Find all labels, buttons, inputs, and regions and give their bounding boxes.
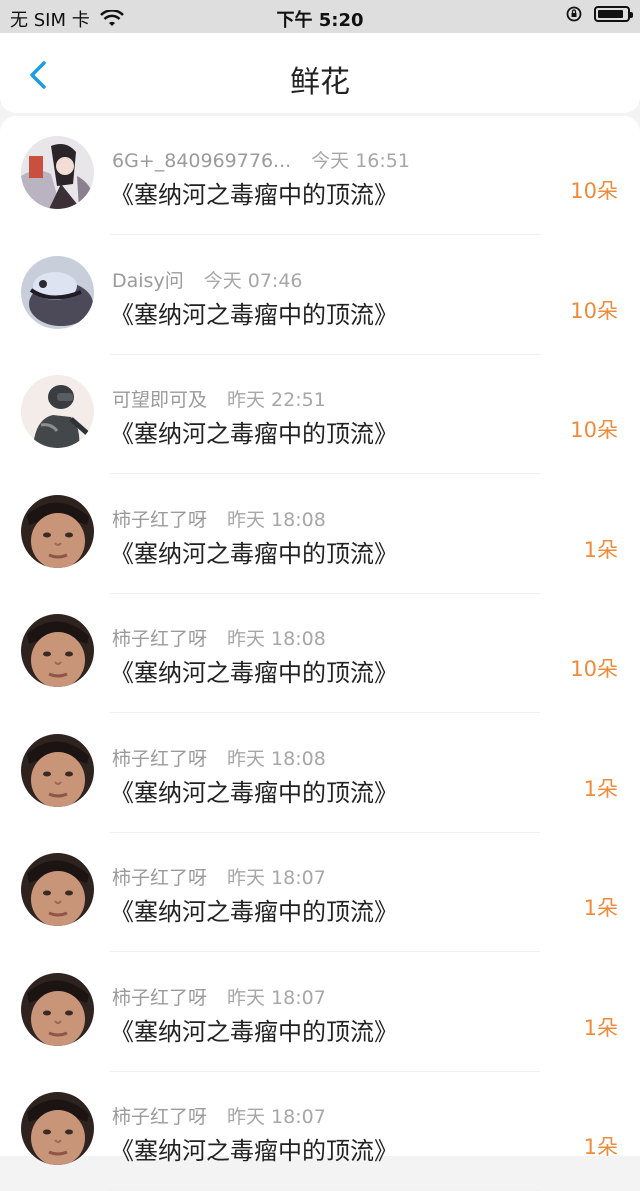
timestamp: 昨天 18:08: [227, 508, 326, 531]
user-name[interactable]: 柿子红了呀: [112, 987, 207, 1009]
flower-count: 10朵: [570, 418, 618, 442]
list-item[interactable]: 柿子红了呀 昨天 18:08 《塞纳河之毒瘤中的顶流》 1朵: [0, 475, 640, 594]
user-name[interactable]: 柿子红了呀: [112, 867, 207, 889]
avatar[interactable]: [21, 853, 94, 926]
timestamp: 昨天 18:08: [227, 628, 326, 650]
flower-count: 10朵: [570, 179, 618, 203]
book-title: 《塞纳河之毒瘤中的顶流》: [110, 778, 398, 807]
list-item[interactable]: 柿子红了呀 昨天 18:08 《塞纳河之毒瘤中的顶流》 10朵: [0, 594, 640, 713]
battery-icon: [594, 6, 633, 22]
book-title: 《塞纳河之毒瘤中的顶流》: [110, 1137, 398, 1165]
list-item[interactable]: 柿子红了呀 昨天 18:07 《塞纳河之毒瘤中的顶流》 1朵: [0, 1072, 640, 1191]
avatar[interactable]: [21, 255, 94, 329]
list-item[interactable]: 柿子红了呀 昨天 18:07 《塞纳河之毒瘤中的顶流》 1朵: [0, 953, 640, 1072]
timestamp: 昨天 18:07: [227, 867, 326, 889]
item-meta: 柿子红了呀 昨天 18:07: [112, 1102, 326, 1129]
user-name[interactable]: 可望即可及: [112, 389, 207, 411]
user-name[interactable]: 6G+_840969776...: [112, 150, 291, 172]
item-meta: 柿子红了呀 昨天 18:08: [112, 505, 326, 532]
timestamp: 昨天 18:08: [227, 747, 326, 770]
flower-count: 1朵: [583, 896, 618, 920]
avatar[interactable]: [21, 614, 94, 687]
list-item[interactable]: 柿子红了呀 昨天 18:08 《塞纳河之毒瘤中的顶流》 1朵: [0, 714, 640, 833]
rotation-lock-icon: [566, 6, 582, 22]
flower-list: 6G+_840969776... 今天 16:51 《塞纳河之毒瘤中的顶流》 10朵 D…: [0, 116, 640, 1191]
timestamp: 今天 07:46: [203, 269, 303, 292]
user-name[interactable]: 柿子红了呀: [112, 628, 207, 650]
timestamp: 昨天 22:51: [227, 389, 326, 411]
flower-count: 10朵: [570, 657, 618, 681]
avatar[interactable]: [21, 733, 94, 807]
book-title: 《塞纳河之毒瘤中的顶流》: [110, 898, 398, 926]
avatar[interactable]: [21, 972, 94, 1046]
flower-count: 10朵: [570, 298, 618, 323]
timestamp: 昨天 18:07: [227, 1106, 326, 1128]
avatar[interactable]: [21, 375, 94, 448]
page-title: 鲜花: [290, 65, 350, 100]
item-meta: Daisy问 今天 07:46: [112, 266, 303, 293]
flower-count: 1朵: [583, 537, 618, 562]
status-bar: 无 SIM 卡 下午 5:20: [0, 0, 640, 33]
status-right: [566, 6, 633, 22]
item-meta: 柿子红了呀 昨天 18:08: [112, 744, 326, 771]
avatar[interactable]: [21, 1092, 94, 1165]
book-title: 《塞纳河之毒瘤中的顶流》: [110, 420, 398, 448]
user-name[interactable]: 柿子红了呀: [112, 748, 207, 770]
list-item[interactable]: 可望即可及 昨天 22:51 《塞纳河之毒瘤中的顶流》 10朵: [0, 355, 640, 474]
user-name[interactable]: 柿子红了呀: [112, 1106, 207, 1128]
item-meta: 6G+_840969776... 今天 16:51: [112, 146, 410, 173]
list-item[interactable]: 柿子红了呀 昨天 18:07 《塞纳河之毒瘤中的顶流》 1朵: [0, 833, 640, 952]
item-meta: 柿子红了呀 昨天 18:07: [112, 863, 326, 890]
flower-count: 1朵: [583, 1015, 618, 1040]
item-meta: 柿子红了呀 昨天 18:08: [112, 624, 326, 651]
flower-count: 1朵: [583, 776, 618, 801]
list-item[interactable]: 6G+_840969776... 今天 16:51 《塞纳河之毒瘤中的顶流》 10朵: [0, 116, 640, 235]
user-name[interactable]: 柿子红了呀: [112, 509, 207, 531]
timestamp: 今天 16:51: [311, 150, 410, 172]
avatar[interactable]: [21, 136, 94, 209]
avatar[interactable]: [21, 494, 94, 568]
book-title: 《塞纳河之毒瘤中的顶流》: [110, 1017, 398, 1046]
user-name[interactable]: Daisy问: [112, 270, 184, 292]
flower-count: 1朵: [583, 1135, 618, 1159]
item-meta: 可望即可及 昨天 22:51: [112, 385, 326, 412]
status-time: 下午 5:20: [276, 10, 364, 31]
timestamp: 昨天 18:07: [227, 986, 326, 1009]
book-title: 《塞纳河之毒瘤中的顶流》: [110, 300, 398, 329]
book-title: 《塞纳河之毒瘤中的顶流》: [110, 181, 398, 209]
item-meta: 柿子红了呀 昨天 18:07: [112, 983, 326, 1010]
list-item[interactable]: Daisy问 今天 07:46 《塞纳河之毒瘤中的顶流》 10朵: [0, 236, 640, 355]
nav-bar: 鲜花: [0, 33, 640, 113]
book-title: 《塞纳河之毒瘤中的顶流》: [110, 539, 398, 568]
book-title: 《塞纳河之毒瘤中的顶流》: [110, 659, 398, 687]
